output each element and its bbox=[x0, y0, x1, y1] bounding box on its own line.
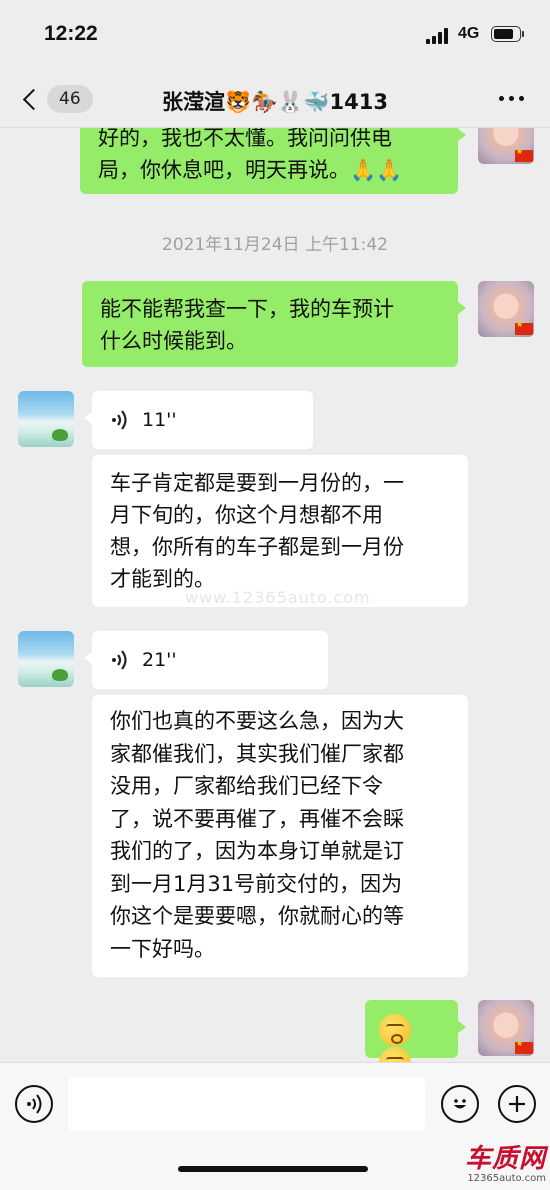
avatar-image bbox=[52, 669, 68, 681]
message-line: 家都催我们，其实我们催厂家都 bbox=[110, 741, 404, 766]
china-flag-icon bbox=[515, 1039, 533, 1054]
voice-icon bbox=[27, 1094, 42, 1114]
message-timestamp: 2021年11月24日 上午11:42 bbox=[162, 235, 388, 255]
message-line: 想，你所有的车子都是到一月份 bbox=[110, 535, 404, 559]
chat-area[interactable]: 好的，我也不太懂。我问问供电 局，你休息吧，明天再说。🙏🙏 2021年11月24… bbox=[0, 0, 550, 1190]
more-dots-icon bbox=[499, 96, 504, 101]
message-line: 了，说不要再催了，再催不会睬 bbox=[110, 806, 404, 831]
message-line: 什么时候能到。 bbox=[100, 329, 247, 353]
voice-message-bubble[interactable]: 11'' bbox=[84, 391, 313, 449]
chat-header: 46 张滢渲🐯🏇🐰🐳1413 bbox=[0, 70, 550, 128]
contact-avatar[interactable] bbox=[18, 631, 74, 687]
more-options-button[interactable] bbox=[499, 96, 524, 101]
voice-input-button[interactable] bbox=[15, 1085, 53, 1123]
message-line: 局，你休息吧，明天再说。🙏🙏 bbox=[98, 158, 403, 182]
smile-icon bbox=[454, 1099, 466, 1109]
message-line: 你这个是要要嗯，你就耐心的等 bbox=[110, 904, 404, 928]
china-flag-icon bbox=[515, 147, 533, 162]
watermark: www.12365auto.com bbox=[185, 588, 371, 607]
more-functions-button[interactable] bbox=[498, 1085, 536, 1123]
message-line: 到一月1月31号前交付的，因为 bbox=[110, 871, 403, 896]
home-indicator[interactable] bbox=[178, 1166, 368, 1172]
battery-icon bbox=[491, 26, 524, 42]
emoji-button[interactable] bbox=[441, 1085, 479, 1123]
message-bubble-other[interactable]: 你们也真的不要这么急，因为大 家都催我们，其实我们催厂家都 没用，厂家都给我们已… bbox=[92, 695, 468, 977]
network-type: 4G bbox=[458, 25, 480, 42]
site-logo: 车质网 12365auto.com bbox=[465, 1145, 546, 1184]
plus-icon bbox=[509, 1096, 525, 1112]
voice-wave-icon bbox=[112, 410, 127, 430]
message-line: 月下旬的，你这个月想都不用 bbox=[110, 503, 383, 527]
message-line: 我们的了，因为本身订单就是订 bbox=[110, 839, 404, 863]
voice-wave-icon bbox=[112, 650, 127, 670]
avatar-image bbox=[52, 429, 68, 441]
message-line: 车子肯定都是要到一月份的，一 bbox=[110, 471, 404, 495]
status-bar: 12:22 4G bbox=[0, 0, 550, 70]
message-bubble-self[interactable] bbox=[365, 1000, 466, 1079]
voice-duration: 11'' bbox=[142, 409, 177, 431]
wry-face-emoji bbox=[379, 1014, 411, 1046]
chat-title: 张滢渲🐯🏇🐰🐳1413 bbox=[161, 90, 389, 114]
logo-text: 车质网 bbox=[464, 1144, 546, 1174]
logo-url: 12365auto.com bbox=[467, 1173, 546, 1184]
contact-avatar[interactable] bbox=[18, 391, 74, 447]
self-avatar[interactable] bbox=[478, 1000, 534, 1056]
voice-duration: 21'' bbox=[142, 649, 177, 671]
message-line: 一下好吗。 bbox=[110, 936, 215, 961]
message-line: 能不能帮我查一下，我的车预计 bbox=[100, 297, 394, 321]
message-bubble-other[interactable]: 车子肯定都是要到一月份的，一 月下旬的，你这个月想都不用 想，你所有的车子都是到… bbox=[92, 455, 468, 607]
signal-icon bbox=[426, 28, 450, 44]
china-flag-icon bbox=[515, 320, 533, 335]
voice-message-bubble[interactable]: 21'' bbox=[84, 631, 328, 689]
message-line: 你们也真的不要这么急，因为大 bbox=[110, 709, 404, 733]
self-avatar[interactable] bbox=[478, 281, 534, 337]
message-line: 没用，厂家都给我们已经下令 bbox=[110, 774, 383, 798]
status-time: 12:22 bbox=[44, 22, 98, 45]
message-input[interactable] bbox=[68, 1077, 425, 1131]
message-bubble-self[interactable]: 能不能帮我查一下，我的车预计 什么时候能到。 bbox=[82, 281, 466, 367]
